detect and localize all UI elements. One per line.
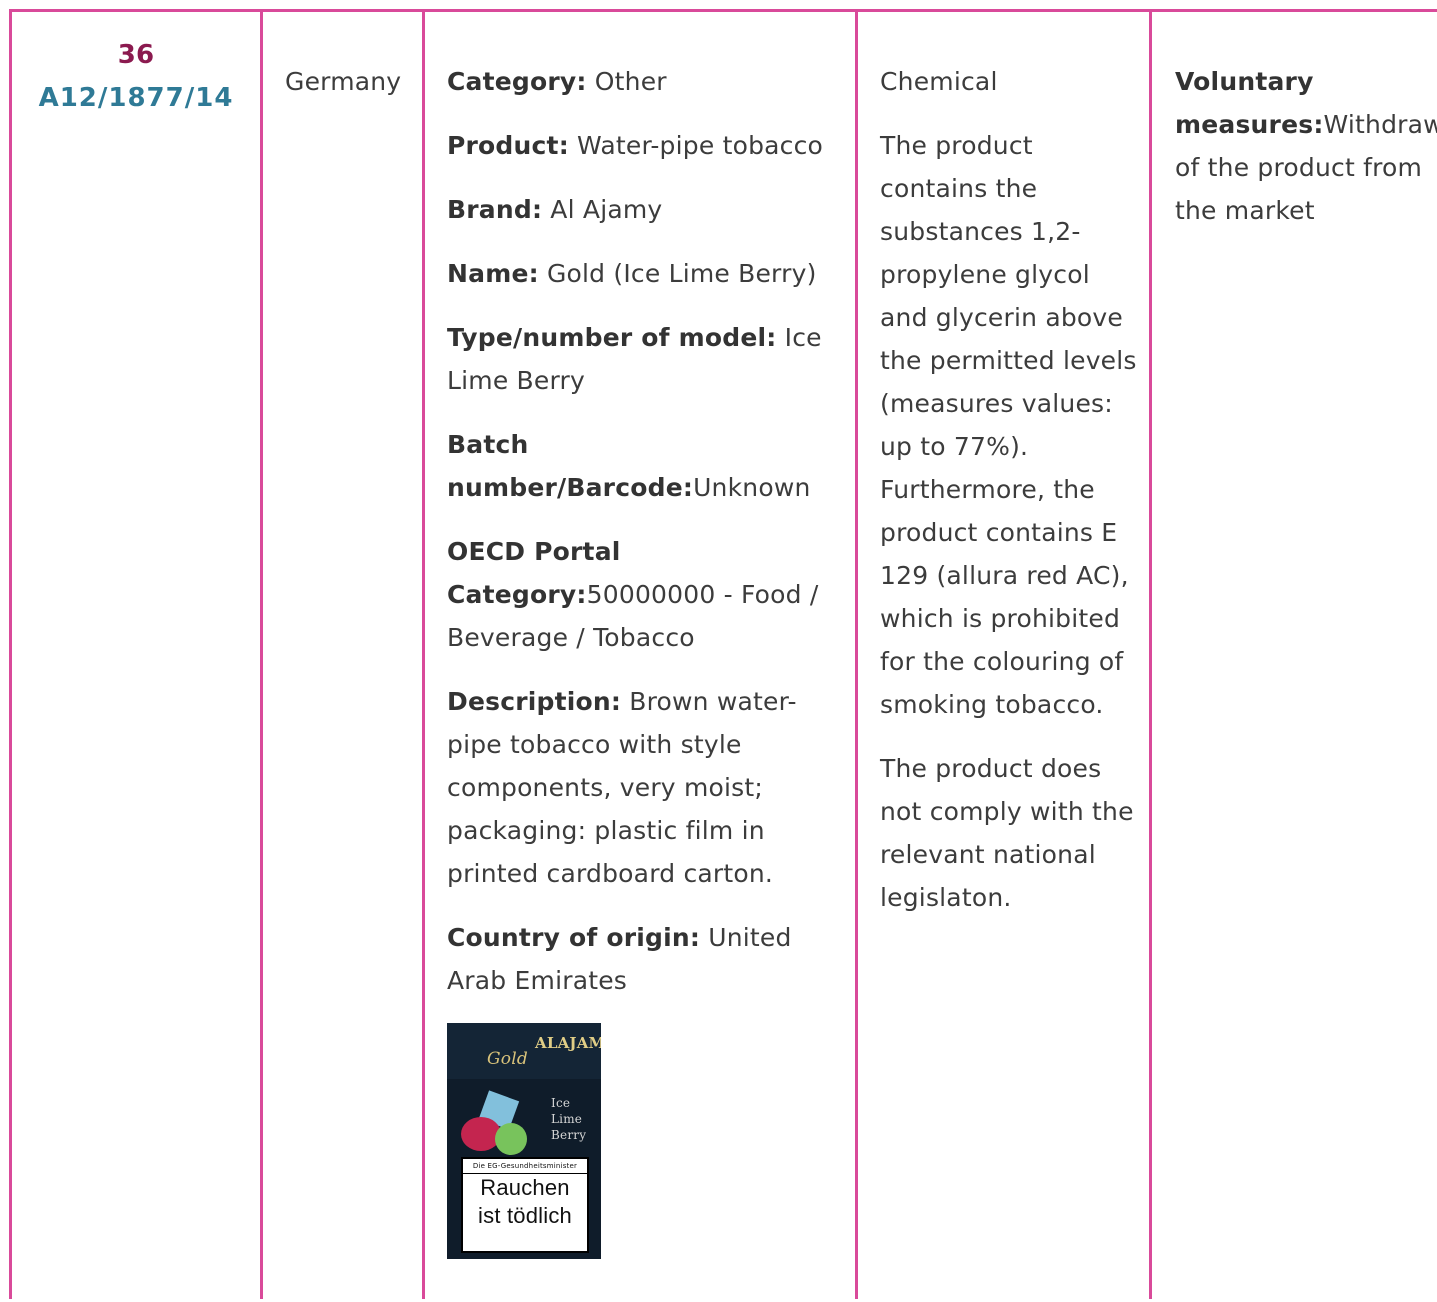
product-field-oecd: OECD Portal Category:50000000 - Food / B… xyxy=(447,537,819,652)
product-field-model: Type/number of model: Ice Lime Berry xyxy=(447,323,822,395)
column-divider-3 xyxy=(855,9,858,1299)
package-gold-text: Gold xyxy=(487,1049,528,1069)
notification-number: 36 xyxy=(117,40,155,70)
product-cell: Category: Other Product: Water-pipe toba… xyxy=(447,60,847,1259)
health-warning-label: Die EG-Gesundheitsminister Rauchen ist t… xyxy=(461,1157,589,1253)
product-field-batch: Batch number/Barcode:Unknown xyxy=(447,430,811,502)
table-border-left xyxy=(9,9,12,1299)
risk-type: Chemical xyxy=(880,67,998,96)
reference-cell: 36 A12/1877/14 xyxy=(12,34,260,120)
risk-compliance-note: The product does not comply with the rel… xyxy=(880,754,1134,912)
product-field-origin: Country of origin: United Arab Emirates xyxy=(447,923,792,995)
measures-label: Voluntary measures: xyxy=(1175,67,1324,139)
package-flavor-text: Ice Lime Berry xyxy=(551,1096,587,1142)
country-cell: Germany xyxy=(285,60,420,103)
package-brand-text: ALAJAMY xyxy=(535,1034,601,1052)
product-field-product: Product: Water-pipe tobacco xyxy=(447,131,824,160)
column-divider-4 xyxy=(1149,9,1152,1299)
product-field-category: Category: Other xyxy=(447,67,667,96)
product-field-name: Name: Gold (Ice Lime Berry) xyxy=(447,259,817,288)
notifying-country: Germany xyxy=(285,67,402,96)
product-field-description: Description: Brown water-pipe tobacco wi… xyxy=(447,687,797,888)
product-field-brand: Brand: Al Ajamy xyxy=(447,195,663,224)
risk-description: The product contains the substances 1,2-… xyxy=(880,131,1137,719)
notification-code: A12/1877/14 xyxy=(38,83,234,113)
column-divider-2 xyxy=(422,9,425,1299)
risk-cell: Chemical The product contains the substa… xyxy=(880,60,1142,940)
tobacco-package-photo[interactable]: Gold ALAJAMY Ice Lime Berry Die EG-Gesun… xyxy=(447,1023,601,1259)
column-divider-1 xyxy=(260,9,263,1299)
lime-graphic xyxy=(495,1123,527,1155)
measures-cell: Voluntary measures:Withdrawal of the pro… xyxy=(1175,60,1437,232)
